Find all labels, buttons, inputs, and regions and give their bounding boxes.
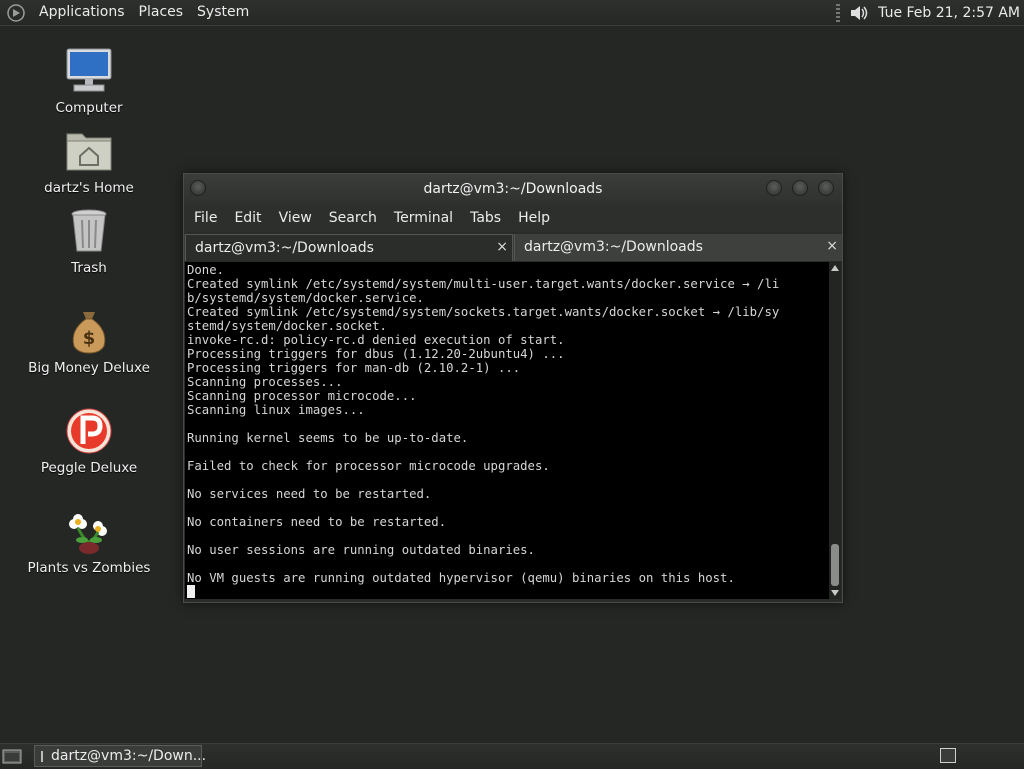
terminal-line: invoke-rc.d: policy-rc.d denied executio… bbox=[187, 333, 565, 347]
tab-label: dartz@vm3:~/Downloads bbox=[524, 239, 703, 255]
panel-tray: Tue Feb 21, 2:57 AM bbox=[836, 0, 1024, 25]
workspace-switcher-icon[interactable] bbox=[940, 748, 956, 763]
svg-text:$: $ bbox=[83, 328, 96, 349]
desktop-icon-peggle-deluxe[interactable]: Peggle Deluxe bbox=[14, 406, 164, 476]
terminal-line: Scanning processor microcode... bbox=[187, 389, 417, 403]
menu-tabs[interactable]: Tabs bbox=[463, 205, 508, 232]
speaker-volume-icon[interactable] bbox=[848, 2, 870, 24]
tab-bar: dartz@vm3:~/Downloads × dartz@vm3:~/Down… bbox=[184, 234, 842, 261]
computer-monitor-icon bbox=[64, 46, 114, 96]
terminal-line: Processing triggers for dbus (1.12.20-2u… bbox=[187, 347, 565, 361]
terminal-cursor bbox=[187, 585, 195, 598]
desktop-icon-trash[interactable]: Trash bbox=[14, 206, 164, 276]
desktop-icon-label: Plants vs Zombies bbox=[27, 560, 151, 576]
terminal-window: dartz@vm3:~/Downloads File Edit View Sea… bbox=[183, 173, 843, 603]
desktop-icon-label: Trash bbox=[71, 260, 107, 276]
top-panel: Applications Places System Tue Feb 21, 2… bbox=[0, 0, 1024, 26]
bottom-panel: dartz@vm3:~/Down... bbox=[0, 743, 1024, 769]
tab-2[interactable]: dartz@vm3:~/Downloads × bbox=[514, 234, 842, 261]
menu-file[interactable]: File bbox=[187, 205, 224, 232]
terminal-menubar: File Edit View Search Terminal Tabs Help bbox=[184, 205, 842, 232]
terminal-line: b/systemd/system/docker.service. bbox=[187, 291, 424, 305]
terminal-line: Created symlink /etc/systemd/system/mult… bbox=[187, 277, 780, 291]
menu-view[interactable]: View bbox=[272, 205, 319, 232]
desktop-icon-label: dartz's Home bbox=[44, 180, 134, 196]
scroll-down-icon[interactable] bbox=[831, 590, 839, 596]
desktop-icon-label: Computer bbox=[55, 100, 123, 116]
terminal-line: No VM guests are running outdated hyperv… bbox=[187, 571, 735, 585]
window-titlebar[interactable]: dartz@vm3:~/Downloads bbox=[184, 174, 842, 205]
menu-help[interactable]: Help bbox=[511, 205, 557, 232]
places-menu[interactable]: Places bbox=[132, 0, 191, 25]
trash-can-icon bbox=[64, 206, 114, 256]
tab-1[interactable]: dartz@vm3:~/Downloads × bbox=[185, 234, 513, 261]
taskbar-terminal-button[interactable]: dartz@vm3:~/Down... bbox=[34, 745, 206, 767]
applications-menu[interactable]: Applications bbox=[32, 0, 132, 25]
desktop-icon-big-money-deluxe[interactable]: $ Big Money Deluxe bbox=[14, 306, 164, 376]
terminal-icon bbox=[41, 750, 43, 762]
tab-label: dartz@vm3:~/Downloads bbox=[195, 240, 374, 256]
terminal-line: Running kernel seems to be up-to-date. bbox=[187, 431, 469, 445]
scroll-up-icon[interactable] bbox=[831, 265, 839, 271]
terminal-line: stemd/system/docker.socket. bbox=[187, 319, 387, 333]
close-window-button[interactable] bbox=[818, 180, 834, 196]
system-menu[interactable]: System bbox=[190, 0, 256, 25]
terminal-line: No services need to be restarted. bbox=[187, 487, 432, 501]
show-desktop-icon[interactable] bbox=[2, 747, 22, 765]
menu-terminal[interactable]: Terminal bbox=[387, 205, 460, 232]
flower-plant-icon bbox=[64, 506, 114, 556]
minimize-button[interactable] bbox=[766, 180, 782, 196]
terminal-line: No containers need to be restarted. bbox=[187, 515, 447, 529]
desktop-icon-home[interactable]: dartz's Home bbox=[14, 126, 164, 196]
desktop-icon-label: Peggle Deluxe bbox=[40, 460, 138, 476]
menu-search[interactable]: Search bbox=[322, 205, 384, 232]
money-bag-icon: $ bbox=[64, 306, 114, 356]
maximize-button[interactable] bbox=[792, 180, 808, 196]
desktop-icon-computer[interactable]: Computer bbox=[14, 46, 164, 116]
tab-close-icon[interactable]: × bbox=[826, 238, 838, 254]
panel-grip[interactable] bbox=[836, 3, 841, 22]
peggle-ball-icon bbox=[64, 406, 114, 456]
terminal-line: No user sessions are running outdated bi… bbox=[187, 543, 535, 557]
window-title: dartz@vm3:~/Downloads bbox=[423, 181, 603, 197]
terminal-line: Failed to check for processor microcode … bbox=[187, 459, 550, 473]
terminal-text: Done. Created symlink /etc/systemd/system… bbox=[187, 263, 779, 585]
terminal-line: Scanning linux images... bbox=[187, 403, 365, 417]
terminal-line: Processing triggers for man-db (2.10.2-1… bbox=[187, 361, 521, 375]
scrollbar-thumb[interactable] bbox=[831, 544, 839, 586]
desktop-icon-plants-vs-zombies[interactable]: Plants vs Zombies bbox=[14, 506, 164, 576]
desktop-icon-label: Big Money Deluxe bbox=[28, 360, 150, 376]
terminal-scrollbar[interactable] bbox=[829, 262, 841, 599]
terminal-line: Done. bbox=[187, 263, 225, 277]
gnome-foot-icon[interactable] bbox=[6, 3, 26, 23]
menu-edit[interactable]: Edit bbox=[227, 205, 268, 232]
terminal-line: Created symlink /etc/systemd/system/sock… bbox=[187, 305, 780, 319]
home-folder-icon bbox=[64, 126, 114, 176]
tab-close-icon[interactable]: × bbox=[496, 239, 508, 255]
task-label: dartz@vm3:~/Down... bbox=[51, 748, 207, 764]
terminal-output[interactable]: Done. Created symlink /etc/systemd/system… bbox=[185, 262, 829, 599]
terminal-line: Scanning processes... bbox=[187, 375, 343, 389]
clock[interactable]: Tue Feb 21, 2:57 AM bbox=[878, 5, 1020, 21]
